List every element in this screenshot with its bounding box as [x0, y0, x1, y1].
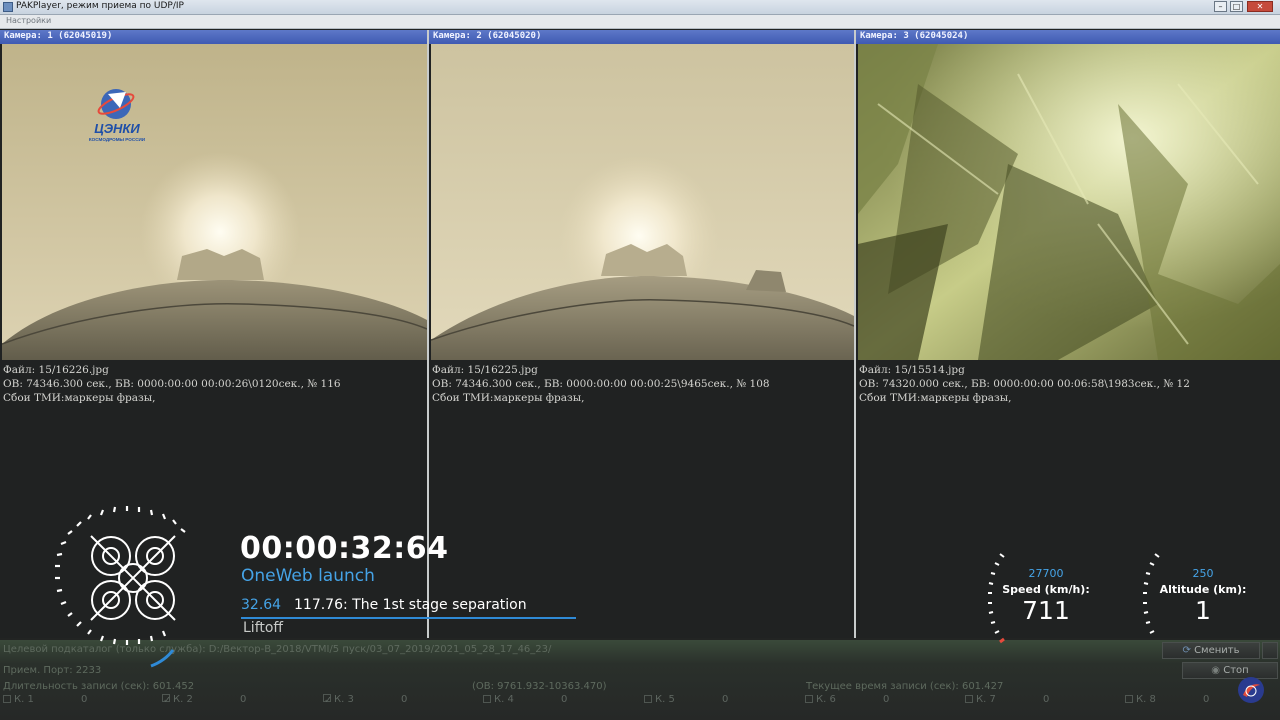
- camera-file-2: Файл: 15/16225.jpg: [432, 364, 538, 376]
- channel-1[interactable]: К. 1 0: [3, 694, 87, 705]
- channel-label: К. 5: [655, 694, 675, 705]
- channel-value: 0: [561, 694, 568, 705]
- minimize-button[interactable]: –: [1214, 1, 1227, 12]
- checkbox-icon[interactable]: [1125, 695, 1133, 703]
- window-title: PAKPlayer, режим приема по UDP/IP: [16, 1, 184, 11]
- next-event: 117.76: The 1st stage separation: [294, 597, 527, 613]
- change-button-label: Сменить: [1194, 645, 1240, 656]
- camera-title-1: Камера: 1 (62045019): [4, 31, 113, 41]
- channel-7[interactable]: К. 7 0: [965, 694, 1049, 705]
- app-icon: [3, 2, 13, 12]
- checkbox-icon[interactable]: [483, 695, 491, 703]
- close-button[interactable]: ✕: [1247, 1, 1273, 12]
- channel-value: 0: [81, 694, 88, 705]
- event-elapsed-time: 32.64: [241, 597, 282, 613]
- checkbox-icon[interactable]: ✓: [162, 694, 171, 706]
- flight-phase: Liftoff: [243, 620, 284, 636]
- channel-label: К. 7: [976, 694, 996, 705]
- current-record-time: Текущее время записи (сек): 601.427: [806, 681, 1004, 692]
- channel-label: К. 4: [494, 694, 514, 705]
- camera-panel-2: Камера: 2 (62045020) Файл: 15/16225.jpg …: [429, 30, 856, 638]
- channel-value: 0: [240, 694, 247, 705]
- menu-settings[interactable]: Настройки: [6, 16, 51, 25]
- camera-header-3: Камера: 3 (62045024): [856, 30, 1280, 44]
- channel-value: 0: [401, 694, 408, 705]
- camera-title-2: Камера: 2 (62045020): [433, 31, 542, 41]
- camera-file-1: Файл: 15/16226.jpg: [3, 364, 109, 376]
- camera-timing-2: ОВ: 74346.300 сек., БВ: 0000:00:00 00:00…: [432, 378, 770, 390]
- change-button[interactable]: ⟳ Сменить: [1162, 642, 1260, 659]
- channel-value: 0: [883, 694, 890, 705]
- channel-8[interactable]: К. 8 0: [1125, 694, 1209, 705]
- speed-value: 711: [1022, 596, 1070, 625]
- ob-range: (ОВ: 9761.932-10363.470): [472, 681, 607, 692]
- camera-timing-1: ОВ: 74346.300 сек., БВ: 0000:00:00 00:00…: [3, 378, 341, 390]
- channel-6[interactable]: К. 6 0: [805, 694, 889, 705]
- camera-header-2: Камера: 2 (62045020): [429, 30, 854, 44]
- channel-label: К. 8: [1136, 694, 1156, 705]
- altitude-max: 250: [1192, 567, 1214, 580]
- camera-panel-3: Камера: 3 (62045024) Файл: 15/15514.jpg …: [856, 30, 1280, 638]
- camera-info-1: Файл: 15/16226.jpg ОВ: 74346.300 сек., Б…: [3, 363, 341, 405]
- camera-errors-2: Сбои ТМИ:маркеры фразы,: [432, 392, 585, 404]
- record-duration: Длительность записи (сек): 601.452: [3, 681, 195, 692]
- camera-errors-3: Сбои ТМИ:маркеры фразы,: [859, 392, 1012, 404]
- camera-info-2: Файл: 15/16225.jpg ОВ: 74346.300 сек., Б…: [432, 363, 770, 405]
- channel-5[interactable]: К. 5 0: [644, 694, 728, 705]
- logo-subtext: КОСМОДРОМЫ РОССИИ: [89, 137, 145, 142]
- checkbox-icon[interactable]: [644, 695, 652, 703]
- checkbox-icon[interactable]: [965, 695, 973, 703]
- title-bar: PAKPlayer, режим приема по UDP/IP – □ ✕: [0, 0, 1280, 15]
- channel-label: К. 3: [334, 694, 354, 705]
- menu-bar: Настройки: [0, 15, 1280, 29]
- channel-3[interactable]: ✓ К. 3 0: [323, 694, 407, 706]
- camera-file-3: Файл: 15/15514.jpg: [859, 364, 965, 376]
- checkbox-icon[interactable]: [3, 695, 11, 703]
- camera-timing-3: ОВ: 74320.000 сек., БВ: 0000:00:00 00:06…: [859, 378, 1190, 390]
- mission-name: OneWeb launch: [241, 566, 375, 586]
- camera-image-1: [2, 44, 427, 360]
- channel-label: К. 1: [14, 694, 34, 705]
- pakplayer-window: PAKPlayer, режим приема по UDP/IP – □ ✕ …: [0, 0, 1280, 720]
- altitude-value: 1: [1195, 596, 1211, 625]
- camera-image-3: [858, 44, 1280, 360]
- logo-text: ЦЭНКИ: [94, 121, 140, 136]
- channel-label: К. 6: [816, 694, 836, 705]
- checkbox-icon[interactable]: ✓: [323, 694, 332, 706]
- checkbox-icon[interactable]: [805, 695, 813, 703]
- channel-value: 0: [1203, 694, 1210, 705]
- camera-errors-1: Сбои ТМИ:маркеры фразы,: [3, 392, 156, 404]
- stop-button-label: Стоп: [1223, 665, 1249, 676]
- extra-button[interactable]: [1262, 642, 1278, 659]
- speed-max: 27700: [1028, 567, 1064, 580]
- camera-header-1: Камера: 1 (62045019): [0, 30, 427, 44]
- mission-emblem-icon: [55, 500, 195, 670]
- maximize-button[interactable]: □: [1230, 1, 1243, 12]
- channel-label: К. 2: [173, 694, 193, 705]
- mission-timer: 00:00:32:64: [240, 531, 449, 566]
- camera-title-3: Камера: 3 (62045024): [860, 31, 969, 41]
- event-progress-line: [241, 617, 576, 619]
- refresh-icon: ⟳: [1182, 645, 1191, 656]
- channel-value: 0: [722, 694, 729, 705]
- camera-image-2: [431, 44, 854, 360]
- channel-2[interactable]: ✓ К. 2 0: [162, 694, 246, 706]
- channel-4[interactable]: К. 4 0: [483, 694, 567, 705]
- speed-label: Speed (km/h):: [1002, 583, 1090, 596]
- channel-value: 0: [1043, 694, 1050, 705]
- tsenki-logo: ЦЭНКИ КОСМОДРОМЫ РОССИИ: [80, 82, 155, 144]
- altitude-label: Altitude (km):: [1159, 583, 1247, 596]
- roscosmos-icon: [1238, 677, 1264, 703]
- camera-info-3: Файл: 15/15514.jpg ОВ: 74320.000 сек., Б…: [859, 363, 1190, 405]
- stop-icon: ◉: [1211, 665, 1221, 676]
